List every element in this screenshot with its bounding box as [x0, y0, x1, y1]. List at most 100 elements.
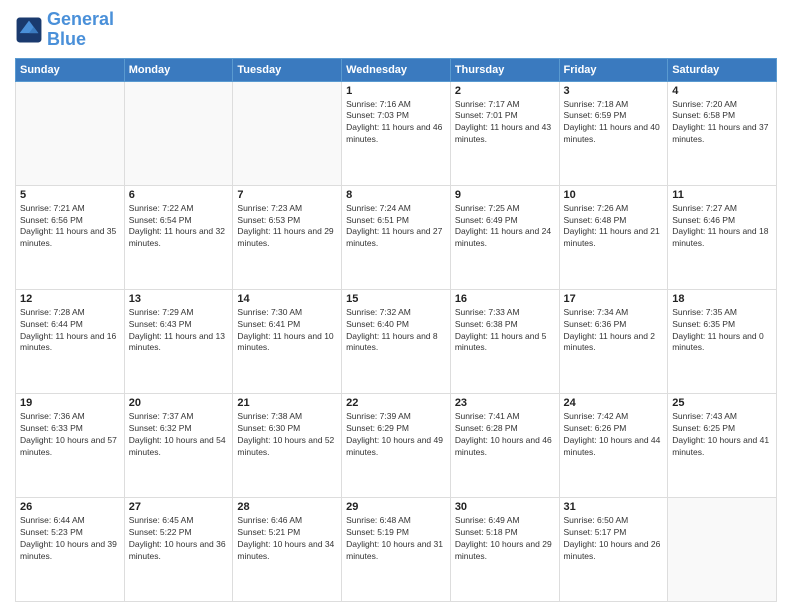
- day-number: 4: [672, 85, 772, 97]
- day-info: Sunrise: 7:17 AM Sunset: 7:01 PM Dayligh…: [455, 99, 555, 147]
- day-info: Sunrise: 7:34 AM Sunset: 6:36 PM Dayligh…: [564, 307, 664, 355]
- day-number: 1: [346, 85, 446, 97]
- day-number: 26: [20, 501, 120, 513]
- weekday-header-saturday: Saturday: [668, 58, 777, 81]
- day-info: Sunrise: 7:28 AM Sunset: 6:44 PM Dayligh…: [20, 307, 120, 355]
- day-info: Sunrise: 7:16 AM Sunset: 7:03 PM Dayligh…: [346, 99, 446, 147]
- day-number: 7: [237, 189, 337, 201]
- calendar-cell: 4 Sunrise: 7:20 AM Sunset: 6:58 PM Daylig…: [668, 81, 777, 185]
- calendar-cell: [124, 81, 233, 185]
- calendar-cell: 2 Sunrise: 7:17 AM Sunset: 7:01 PM Daylig…: [450, 81, 559, 185]
- day-number: 24: [564, 397, 664, 409]
- calendar-cell: 24 Sunrise: 7:42 AM Sunset: 6:26 PM Dayli…: [559, 393, 668, 497]
- day-info: Sunrise: 7:20 AM Sunset: 6:58 PM Dayligh…: [672, 99, 772, 147]
- calendar-cell: 10Sunrise: 7:26 AM Sunset: 6:48 PM Dayli…: [559, 185, 668, 289]
- day-number: 8: [346, 189, 446, 201]
- day-info: Sunrise: 7:18 AM Sunset: 6:59 PM Dayligh…: [564, 99, 664, 147]
- day-info: Sunrise: 7:30 AM Sunset: 6:41 PM Dayligh…: [237, 307, 337, 355]
- calendar-cell: 19 Sunrise: 7:36 AM Sunset: 6:33 PM Dayli…: [16, 393, 125, 497]
- weekday-header-sunday: Sunday: [16, 58, 125, 81]
- day-info: Sunrise: 7:21 AM Sunset: 6:56 PM Dayligh…: [20, 203, 120, 251]
- day-info: Sunrise: 6:48 AM Sunset: 5:19 PM Dayligh…: [346, 515, 446, 563]
- calendar-cell: 30 Sunrise: 6:49 AM Sunset: 5:18 PM Dayli…: [450, 497, 559, 601]
- day-info: Sunrise: 7:24 AM Sunset: 6:51 PM Dayligh…: [346, 203, 446, 251]
- calendar-cell: 12 Sunrise: 7:28 AM Sunset: 6:44 PM Dayli…: [16, 289, 125, 393]
- calendar-cell: 14 Sunrise: 7:30 AM Sunset: 6:41 PM Dayli…: [233, 289, 342, 393]
- logo-icon: [15, 16, 43, 44]
- day-info: Sunrise: 6:46 AM Sunset: 5:21 PM Dayligh…: [237, 515, 337, 563]
- calendar-cell: 26Sunrise: 6:44 AM Sunset: 5:23 PM Dayli…: [16, 497, 125, 601]
- calendar-cell: [668, 497, 777, 601]
- calendar-cell: [16, 81, 125, 185]
- day-info: Sunrise: 7:29 AM Sunset: 6:43 PM Dayligh…: [129, 307, 229, 355]
- weekday-header-tuesday: Tuesday: [233, 58, 342, 81]
- calendar-cell: 11 Sunrise: 7:27 AM Sunset: 6:46 PM Dayli…: [668, 185, 777, 289]
- day-number: 3: [564, 85, 664, 97]
- day-number: 6: [129, 189, 229, 201]
- weekday-header-thursday: Thursday: [450, 58, 559, 81]
- calendar-cell: 28 Sunrise: 6:46 AM Sunset: 5:21 PM Dayli…: [233, 497, 342, 601]
- day-info: Sunrise: 7:37 AM Sunset: 6:32 PM Dayligh…: [129, 411, 229, 459]
- logo: General Blue: [15, 10, 114, 50]
- day-number: 13: [129, 293, 229, 305]
- calendar-cell: 31 Sunrise: 6:50 AM Sunset: 5:17 PM Dayli…: [559, 497, 668, 601]
- day-number: 22: [346, 397, 446, 409]
- day-number: 16: [455, 293, 555, 305]
- day-info: Sunrise: 7:22 AM Sunset: 6:54 PM Dayligh…: [129, 203, 229, 251]
- page-container: General Blue SundayMondayTuesdayWednesda…: [0, 0, 792, 612]
- calendar-cell: [233, 81, 342, 185]
- day-number: 17: [564, 293, 664, 305]
- calendar-table: SundayMondayTuesdayWednesdayThursdayFrid…: [15, 58, 777, 602]
- day-info: Sunrise: 6:49 AM Sunset: 5:18 PM Dayligh…: [455, 515, 555, 563]
- day-info: Sunrise: 6:45 AM Sunset: 5:22 PM Dayligh…: [129, 515, 229, 563]
- day-number: 31: [564, 501, 664, 513]
- calendar-cell: 21 Sunrise: 7:38 AM Sunset: 6:30 PM Dayli…: [233, 393, 342, 497]
- calendar-cell: 6 Sunrise: 7:22 AM Sunset: 6:54 PM Daylig…: [124, 185, 233, 289]
- day-number: 27: [129, 501, 229, 513]
- day-number: 11: [672, 189, 772, 201]
- day-info: Sunrise: 7:43 AM Sunset: 6:25 PM Dayligh…: [672, 411, 772, 459]
- day-number: 14: [237, 293, 337, 305]
- calendar-cell: 13 Sunrise: 7:29 AM Sunset: 6:43 PM Dayli…: [124, 289, 233, 393]
- calendar-cell: 16 Sunrise: 7:33 AM Sunset: 6:38 PM Dayli…: [450, 289, 559, 393]
- day-number: 18: [672, 293, 772, 305]
- day-number: 30: [455, 501, 555, 513]
- day-info: Sunrise: 7:36 AM Sunset: 6:33 PM Dayligh…: [20, 411, 120, 459]
- day-info: Sunrise: 7:25 AM Sunset: 6:49 PM Dayligh…: [455, 203, 555, 251]
- day-number: 9: [455, 189, 555, 201]
- day-info: Sunrise: 7:33 AM Sunset: 6:38 PM Dayligh…: [455, 307, 555, 355]
- day-number: 23: [455, 397, 555, 409]
- calendar-cell: 15 Sunrise: 7:32 AM Sunset: 6:40 PM Dayli…: [342, 289, 451, 393]
- page-header: General Blue: [15, 10, 777, 50]
- day-info: Sunrise: 7:35 AM Sunset: 6:35 PM Dayligh…: [672, 307, 772, 355]
- day-number: 19: [20, 397, 120, 409]
- calendar-cell: 27 Sunrise: 6:45 AM Sunset: 5:22 PM Dayli…: [124, 497, 233, 601]
- day-number: 2: [455, 85, 555, 97]
- day-number: 20: [129, 397, 229, 409]
- day-info: Sunrise: 6:50 AM Sunset: 5:17 PM Dayligh…: [564, 515, 664, 563]
- calendar-cell: 5Sunrise: 7:21 AM Sunset: 6:56 PM Daylig…: [16, 185, 125, 289]
- day-info: Sunrise: 7:38 AM Sunset: 6:30 PM Dayligh…: [237, 411, 337, 459]
- day-info: Sunrise: 7:39 AM Sunset: 6:29 PM Dayligh…: [346, 411, 446, 459]
- day-info: Sunrise: 7:27 AM Sunset: 6:46 PM Dayligh…: [672, 203, 772, 251]
- calendar-cell: 25 Sunrise: 7:43 AM Sunset: 6:25 PM Dayli…: [668, 393, 777, 497]
- calendar-cell: 23 Sunrise: 7:41 AM Sunset: 6:28 PM Dayli…: [450, 393, 559, 497]
- day-number: 10: [564, 189, 664, 201]
- weekday-header-wednesday: Wednesday: [342, 58, 451, 81]
- day-number: 12: [20, 293, 120, 305]
- calendar-cell: 8 Sunrise: 7:24 AM Sunset: 6:51 PM Daylig…: [342, 185, 451, 289]
- calendar-cell: 7Sunrise: 7:23 AM Sunset: 6:53 PM Daylig…: [233, 185, 342, 289]
- day-number: 21: [237, 397, 337, 409]
- calendar-cell: 20 Sunrise: 7:37 AM Sunset: 6:32 PM Dayli…: [124, 393, 233, 497]
- day-info: Sunrise: 7:32 AM Sunset: 6:40 PM Dayligh…: [346, 307, 446, 355]
- day-number: 15: [346, 293, 446, 305]
- day-info: Sunrise: 7:42 AM Sunset: 6:26 PM Dayligh…: [564, 411, 664, 459]
- calendar-cell: 18 Sunrise: 7:35 AM Sunset: 6:35 PM Dayli…: [668, 289, 777, 393]
- calendar-cell: 22 Sunrise: 7:39 AM Sunset: 6:29 PM Dayli…: [342, 393, 451, 497]
- calendar-cell: 3 Sunrise: 7:18 AM Sunset: 6:59 PM Daylig…: [559, 81, 668, 185]
- calendar-cell: 1 Sunrise: 7:16 AM Sunset: 7:03 PM Daylig…: [342, 81, 451, 185]
- day-number: 28: [237, 501, 337, 513]
- day-info: Sunrise: 7:41 AM Sunset: 6:28 PM Dayligh…: [455, 411, 555, 459]
- day-number: 25: [672, 397, 772, 409]
- calendar-cell: 17 Sunrise: 7:34 AM Sunset: 6:36 PM Dayli…: [559, 289, 668, 393]
